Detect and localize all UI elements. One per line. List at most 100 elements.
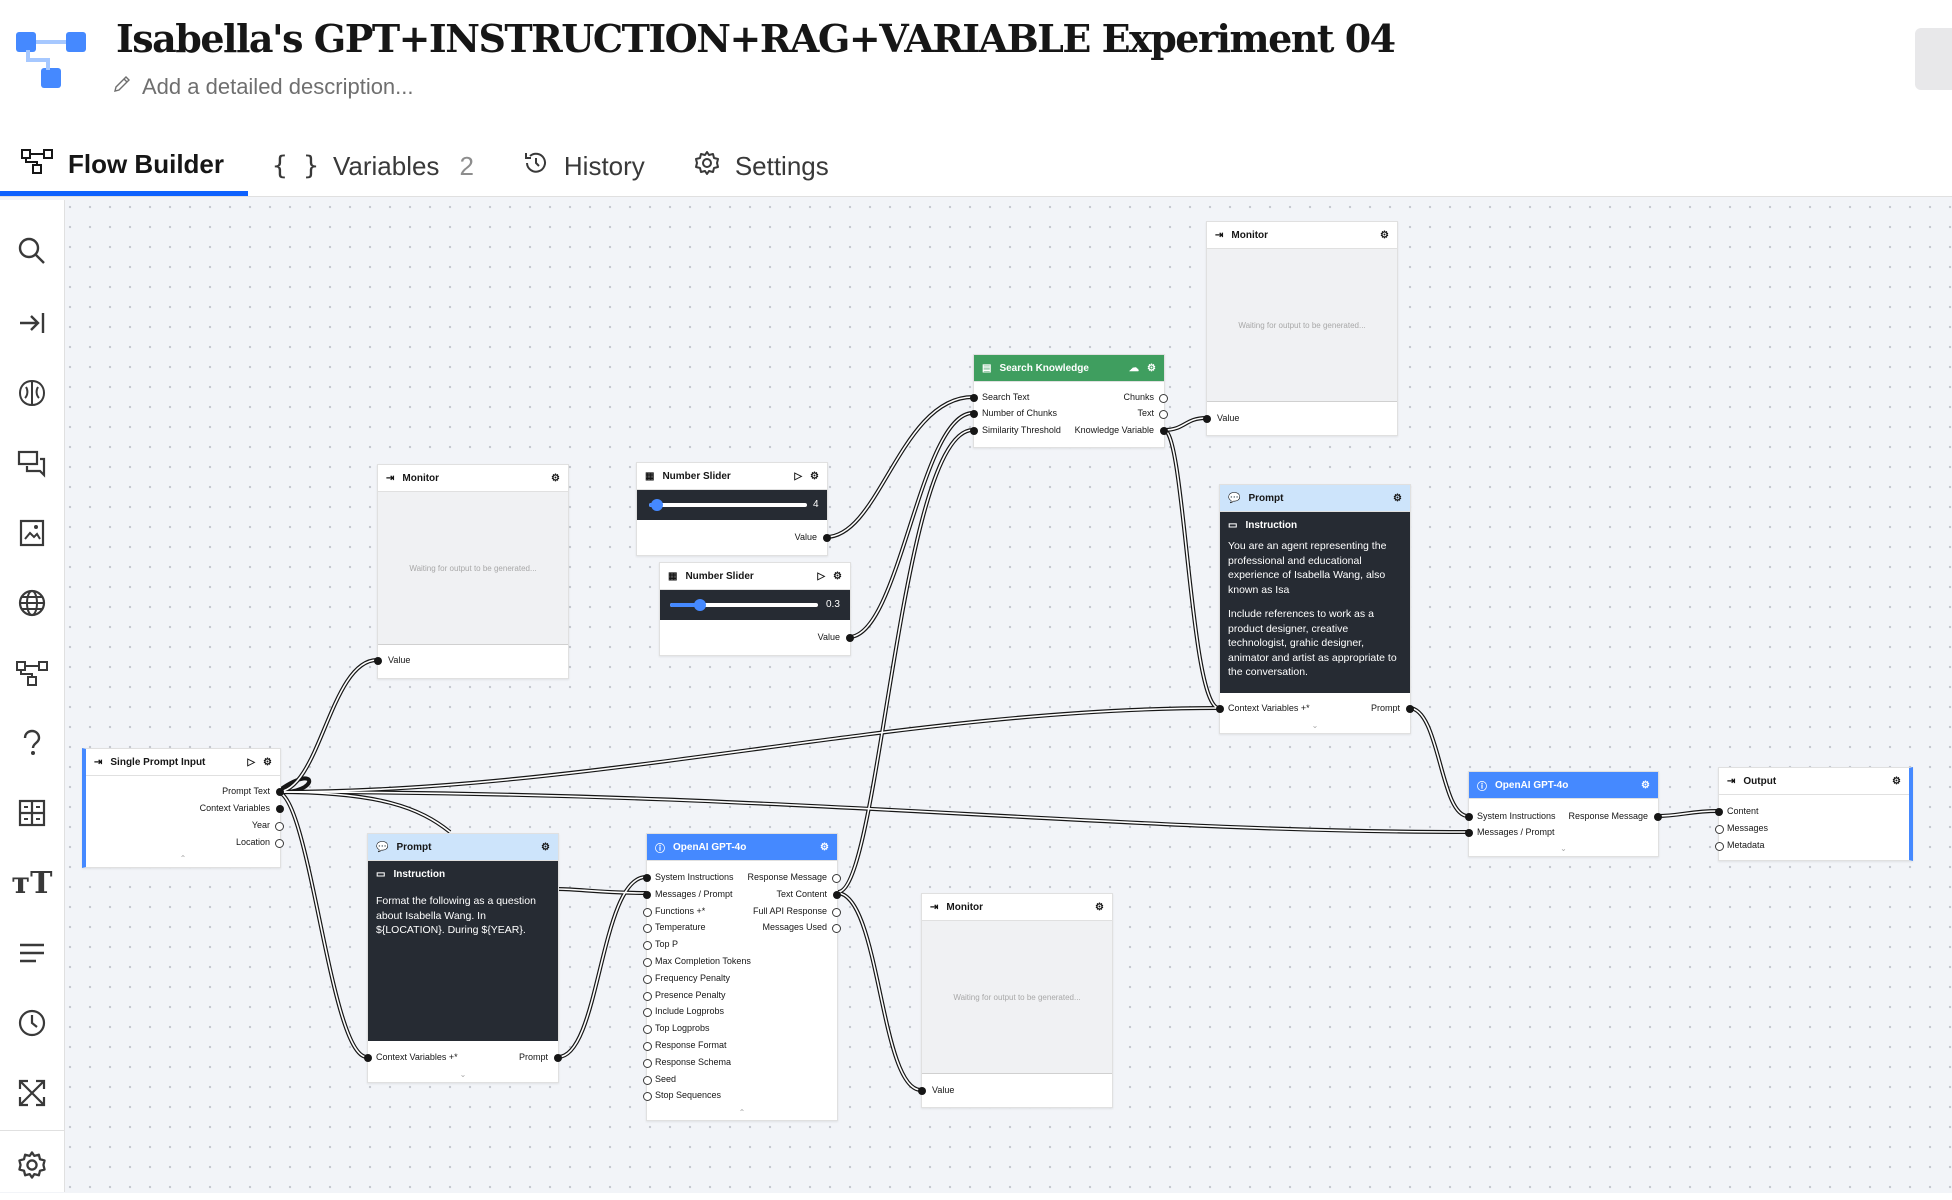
gear-icon[interactable]: ⚙ (820, 842, 829, 853)
input-port[interactable] (374, 657, 382, 665)
single-prompt-input-node[interactable]: ⇥ Single Prompt Input ▷ ⚙ Prompt Text Con… (82, 748, 284, 868)
node-header[interactable]: ▦ Number Slider ▷ ⚙ (660, 563, 850, 590)
output-port[interactable] (276, 788, 284, 796)
input-port[interactable] (970, 394, 978, 402)
globe-icon[interactable] (0, 568, 64, 638)
chat-icon[interactable] (0, 428, 64, 498)
image-icon[interactable] (0, 498, 64, 568)
node-header[interactable]: ⇥ Monitor ⚙ (378, 465, 568, 492)
input-port[interactable] (643, 1092, 652, 1102)
input-port[interactable] (643, 958, 652, 967)
flow-icon[interactable] (0, 638, 64, 708)
gear-icon[interactable]: ⚙ (1892, 776, 1901, 787)
node-header[interactable]: ⓘ OpenAI GPT-4o ⚙ (647, 834, 837, 861)
node-header[interactable]: 💬 Prompt ⚙ (368, 834, 558, 861)
tab-variables[interactable]: { } Variables 2 (252, 138, 498, 194)
input-port[interactable] (1715, 825, 1724, 834)
node-header[interactable]: ⇥ Monitor ⚙ (1207, 222, 1397, 249)
monitor-node-left[interactable]: ⇥ Monitor ⚙ Waiting for output to be gen… (374, 464, 569, 679)
output-port[interactable] (275, 839, 284, 848)
gear-icon[interactable]: ⚙ (833, 571, 842, 582)
input-port[interactable] (970, 427, 978, 435)
input-port[interactable] (643, 1058, 652, 1068)
instruction-text[interactable]: Include references to work as a product … (1228, 607, 1402, 680)
output-port[interactable] (1654, 813, 1662, 821)
input-icon[interactable] (0, 288, 64, 358)
output-port[interactable] (832, 874, 841, 883)
play-icon[interactable]: ▷ (794, 471, 802, 482)
input-port[interactable] (643, 1042, 652, 1051)
monitor-node-top[interactable]: ⇥ Monitor ⚙ Waiting for output to be gen… (1203, 221, 1398, 436)
header-action-button[interactable] (1915, 28, 1952, 90)
expand-icon[interactable] (0, 1058, 64, 1128)
tab-settings[interactable]: Settings (673, 138, 853, 194)
input-port[interactable] (1465, 829, 1473, 837)
input-port[interactable] (643, 890, 651, 899)
input-port[interactable] (643, 1025, 652, 1035)
gear-icon[interactable]: ⚙ (1380, 230, 1389, 241)
gear-icon[interactable]: ⚙ (551, 473, 560, 484)
help-icon[interactable] (0, 708, 64, 778)
page-title[interactable]: Isabella's GPT+INSTRUCTION+RAG+VARIABLE … (116, 16, 1396, 61)
input-port[interactable] (643, 941, 652, 951)
tab-flow-builder[interactable]: Flow Builder (0, 138, 248, 196)
input-port[interactable] (1715, 842, 1724, 851)
instruction-text[interactable]: Format the following as a question about… (376, 894, 550, 938)
output-port[interactable] (1406, 705, 1414, 713)
input-port[interactable] (1203, 415, 1211, 423)
number-slider-node-1[interactable]: ▦ Number Slider ▷ ⚙ 4 Value (636, 462, 831, 556)
output-node[interactable]: ⇥ Output ⚙ Content Messages Metadata (1715, 767, 1913, 861)
output-port[interactable] (833, 890, 841, 899)
node-header[interactable]: ▦ Number Slider ▷ ⚙ (637, 463, 827, 490)
input-port[interactable] (643, 1008, 652, 1018)
node-header[interactable]: ⇥ Monitor ⚙ (922, 894, 1112, 921)
slider-handle[interactable] (650, 499, 663, 511)
collapse-chevron-icon[interactable]: ⌃ (180, 854, 187, 863)
output-port[interactable] (275, 822, 284, 831)
node-header[interactable]: ⇥ Output ⚙ (1719, 768, 1909, 795)
openai-gpt-node-left[interactable]: ⓘ OpenAI GPT-4o ⚙ ⌃ System Instructions M… (643, 833, 841, 1121)
node-header[interactable]: ▤ Search Knowledge ☁ ⚙ (974, 355, 1164, 382)
output-port[interactable] (1160, 427, 1168, 435)
input-port[interactable] (643, 924, 652, 934)
output-port[interactable] (276, 805, 284, 813)
number-slider-node-2[interactable]: ▦ Number Slider ▷ ⚙ 0.3 Value (659, 562, 854, 656)
gear-icon[interactable]: ⚙ (1393, 493, 1402, 504)
instruction-panel[interactable]: ▭ Instruction You are an agent representi… (1220, 512, 1410, 693)
expand-chevron-icon[interactable]: ⌄ (1312, 721, 1319, 730)
node-header[interactable]: ⓘ OpenAI GPT-4o ⚙ (1469, 772, 1658, 799)
slider-track[interactable] (649, 503, 807, 507)
input-port[interactable] (643, 974, 652, 984)
monitor-node-bottom[interactable]: ⇥ Monitor ⚙ Waiting for output to be gen… (918, 893, 1113, 1108)
settings-icon[interactable] (0, 1130, 64, 1200)
output-port[interactable] (823, 534, 831, 542)
gear-icon[interactable]: ⚙ (541, 842, 550, 853)
slider-control[interactable]: 4 (637, 490, 827, 520)
gear-icon[interactable]: ⚙ (1147, 363, 1156, 374)
input-port[interactable] (643, 907, 652, 917)
input-port[interactable] (1216, 705, 1224, 713)
description-field[interactable]: Add a detailed description... (112, 74, 414, 100)
play-icon[interactable]: ▷ (817, 571, 825, 582)
output-port[interactable] (554, 1054, 562, 1062)
gear-icon[interactable]: ⚙ (810, 471, 819, 482)
output-port[interactable] (846, 634, 854, 642)
input-port[interactable] (643, 1075, 652, 1085)
grid-icon[interactable] (0, 778, 64, 848)
gear-icon[interactable]: ⚙ (263, 757, 272, 768)
node-header[interactable]: 💬 Prompt ⚙ (1220, 485, 1410, 512)
brain-icon[interactable] (0, 358, 64, 428)
input-port[interactable] (364, 1054, 372, 1062)
output-port[interactable] (832, 907, 841, 917)
output-port[interactable] (1159, 410, 1168, 419)
gear-icon[interactable]: ⚙ (1095, 902, 1104, 913)
input-port[interactable] (1465, 813, 1473, 821)
collapse-chevron-icon[interactable]: ⌃ (739, 1108, 746, 1117)
input-port[interactable] (918, 1087, 926, 1095)
gear-icon[interactable]: ⚙ (1641, 780, 1650, 791)
expand-chevron-icon[interactable]: ⌄ (460, 1070, 467, 1079)
input-port[interactable] (1715, 808, 1723, 816)
search-icon[interactable] (0, 216, 64, 286)
instruction-panel[interactable]: ▭ Instruction Format the following as a q… (368, 861, 558, 1041)
openai-gpt-node-right[interactable]: ⓘ OpenAI GPT-4o ⚙ System Instructions Me… (1465, 771, 1662, 857)
